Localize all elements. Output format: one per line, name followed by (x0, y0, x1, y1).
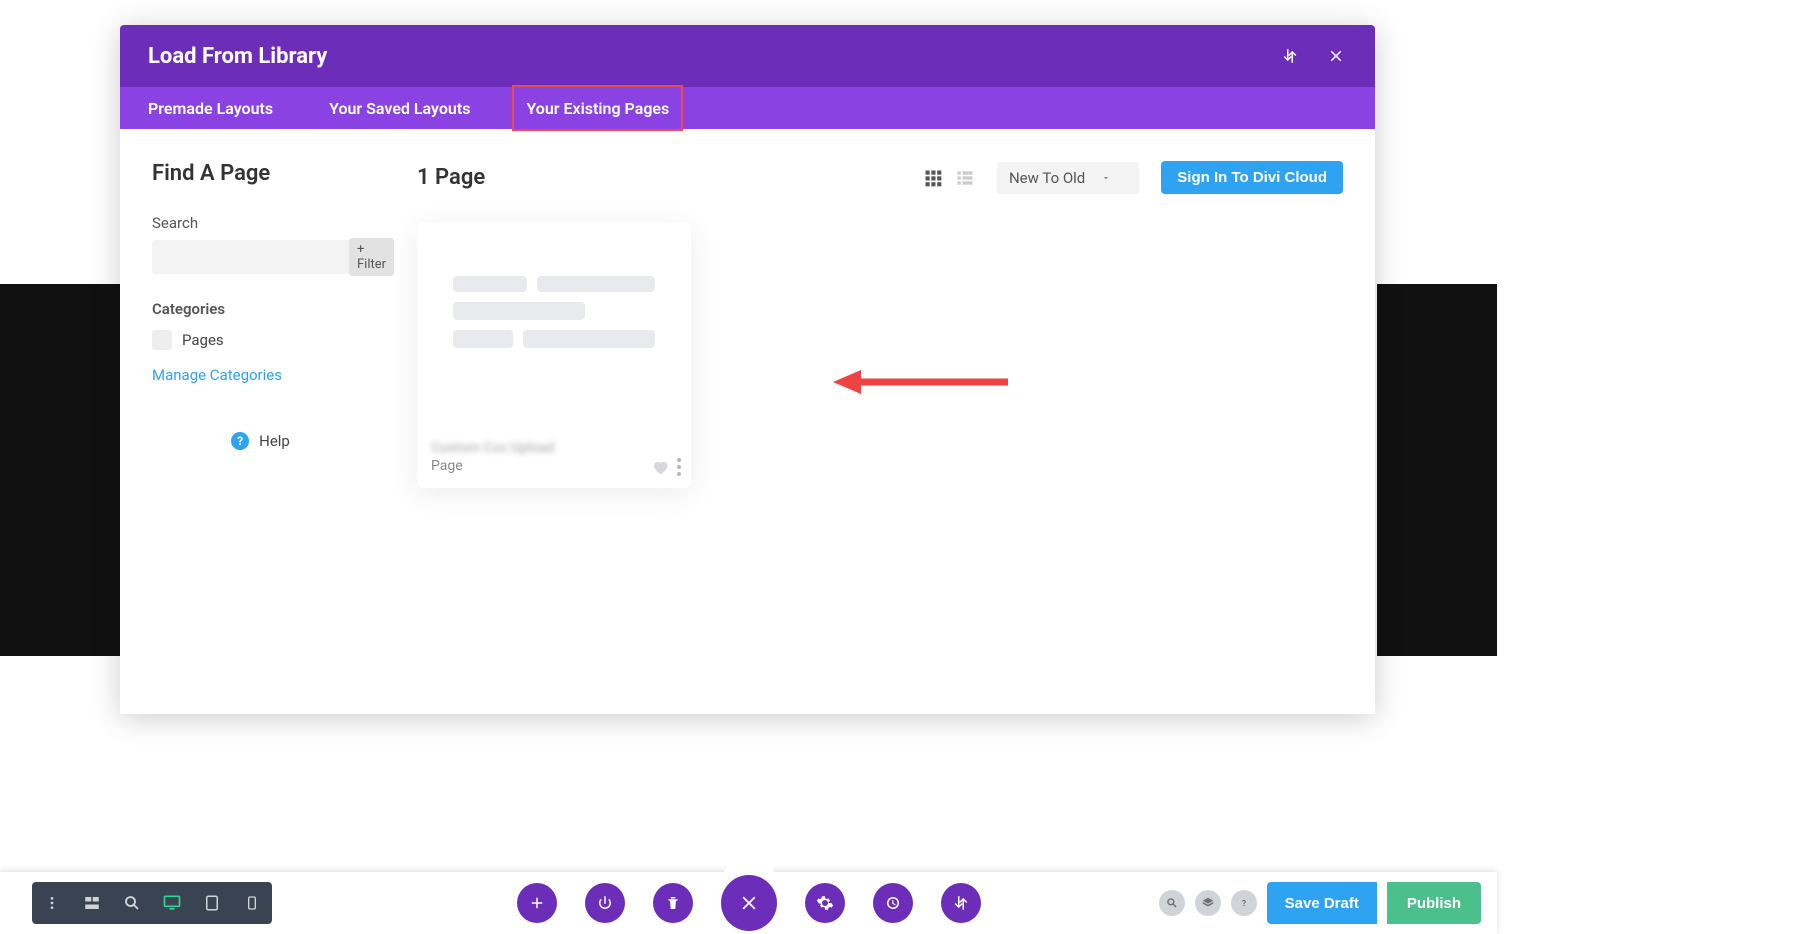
help-label: Help (259, 432, 290, 450)
page-count-label: 1 Page (417, 165, 485, 190)
close-icon[interactable] (1325, 45, 1347, 67)
filter-button[interactable]: + Filter (349, 238, 394, 276)
main-area: 1 Page (417, 161, 1343, 488)
chevron-down-icon (1101, 173, 1111, 183)
help-icon: ? (231, 432, 249, 450)
help-row[interactable]: ? Help (152, 432, 369, 450)
view-toggle (923, 168, 975, 188)
grid-view-icon[interactable] (923, 168, 943, 188)
page-background-left (0, 284, 120, 656)
sort-dropdown[interactable]: New To Old (997, 162, 1139, 194)
tab-premade-layouts[interactable]: Premade Layouts (148, 87, 273, 129)
manage-categories-link[interactable]: Manage Categories (152, 366, 369, 384)
portability-button[interactable] (941, 883, 981, 923)
desktop-view-icon[interactable] (160, 891, 184, 915)
card-title: Custom Css Upload (431, 440, 677, 456)
sidebar: Find A Page Search + Filter Categories P… (152, 161, 369, 488)
card-actions (651, 458, 681, 476)
builder-bottom-bar: ? Save Draft Publish (0, 872, 1497, 934)
search-row: + Filter (152, 240, 369, 274)
tab-saved-layouts[interactable]: Your Saved Layouts (329, 87, 470, 129)
modal-header: Load From Library (120, 25, 1375, 87)
publish-button[interactable]: Publish (1387, 882, 1481, 924)
modal-body: Find A Page Search + Filter Categories P… (120, 129, 1375, 520)
card-footer: Custom Css Upload Page (417, 432, 691, 488)
main-top-bar: 1 Page (417, 161, 1343, 194)
card-grid: Custom Css Upload Page (417, 222, 1343, 488)
delete-button[interactable] (653, 883, 693, 923)
menu-icon[interactable] (40, 891, 64, 915)
history-button[interactable] (873, 883, 913, 923)
wireframe-icon[interactable] (80, 891, 104, 915)
svg-text:?: ? (1242, 898, 1246, 908)
list-view-icon[interactable] (955, 168, 975, 188)
main-top-right: New To Old Sign In To Divi Cloud (923, 161, 1343, 194)
add-button[interactable] (517, 883, 557, 923)
modal-tabs: Premade Layouts Your Saved Layouts Your … (120, 87, 1375, 129)
category-label: Pages (182, 331, 224, 349)
power-button[interactable] (585, 883, 625, 923)
close-builder-button[interactable] (721, 875, 777, 931)
save-draft-button[interactable]: Save Draft (1267, 882, 1377, 924)
modal-header-actions (1279, 45, 1347, 67)
bottom-left-toolgroup (32, 882, 272, 924)
page-card[interactable]: Custom Css Upload Page (417, 222, 691, 488)
center-action-buttons (517, 875, 981, 931)
categories-heading: Categories (152, 300, 369, 318)
checkbox-icon[interactable] (152, 330, 172, 350)
zoom-icon[interactable] (120, 891, 144, 915)
modal-title: Load From Library (148, 44, 327, 69)
portability-icon[interactable] (1279, 45, 1301, 67)
library-modal: Load From Library Premade Layouts Your S… (120, 25, 1375, 714)
more-icon[interactable] (677, 458, 681, 476)
settings-button[interactable] (805, 883, 845, 923)
signin-divi-cloud-button[interactable]: Sign In To Divi Cloud (1161, 161, 1343, 194)
card-preview (417, 222, 691, 432)
page-background-right (1377, 284, 1497, 656)
search-input[interactable] (152, 249, 349, 265)
card-type-label: Page (431, 458, 677, 474)
sort-value: New To Old (1009, 169, 1085, 187)
phone-view-icon[interactable] (240, 891, 264, 915)
category-item-pages[interactable]: Pages (152, 330, 369, 350)
bottom-right-actions: ? Save Draft Publish (1159, 882, 1481, 924)
search-round-icon[interactable] (1159, 890, 1185, 916)
help-round-icon[interactable]: ? (1231, 890, 1257, 916)
favorite-icon[interactable] (651, 458, 669, 476)
tablet-view-icon[interactable] (200, 891, 224, 915)
tab-existing-pages[interactable]: Your Existing Pages (514, 87, 681, 129)
search-label: Search (152, 214, 369, 232)
layers-round-icon[interactable] (1195, 890, 1221, 916)
sidebar-heading: Find A Page (152, 161, 369, 186)
